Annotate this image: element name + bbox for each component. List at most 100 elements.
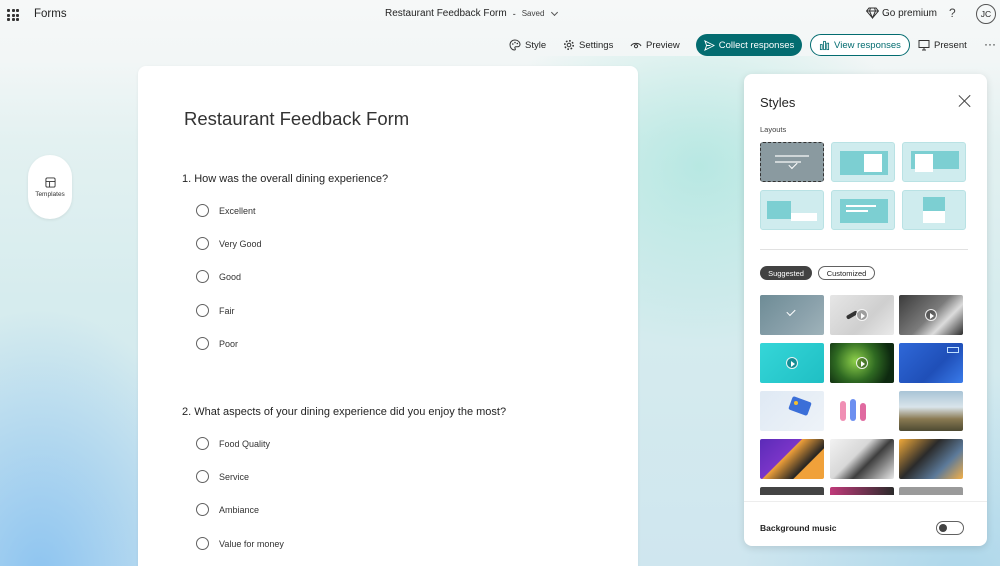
theme-illustration bbox=[840, 401, 846, 421]
theme-thumbnail[interactable] bbox=[760, 343, 824, 383]
form-title[interactable]: Restaurant Feedback Form bbox=[184, 108, 409, 130]
radio-button[interactable] bbox=[196, 337, 209, 350]
option-value-for-money[interactable]: Value for money bbox=[196, 537, 284, 550]
present-button[interactable]: Present bbox=[918, 34, 967, 56]
more-options-icon[interactable]: ··· bbox=[984, 37, 996, 51]
layout-line bbox=[846, 205, 876, 207]
document-title: Restaurant Feedback Form bbox=[385, 8, 507, 19]
play-icon bbox=[856, 357, 868, 369]
layout-block bbox=[791, 213, 817, 221]
option-fair[interactable]: Fair bbox=[196, 304, 235, 317]
layout-option-6[interactable] bbox=[902, 190, 966, 230]
option-label: Very Good bbox=[219, 238, 262, 249]
theme-thumbnail[interactable] bbox=[899, 295, 963, 335]
layout-option-4[interactable] bbox=[760, 190, 824, 230]
layout-line bbox=[775, 155, 809, 157]
play-icon bbox=[925, 309, 937, 321]
theme-illustration bbox=[850, 399, 856, 421]
palette-icon bbox=[509, 39, 521, 51]
form-card: Restaurant Feedback Form 1. How was the … bbox=[138, 66, 638, 566]
style-button[interactable]: Style bbox=[509, 34, 546, 56]
title-separator: - bbox=[512, 8, 516, 19]
styles-panel: Styles Layouts Suggested Customized Back… bbox=[744, 74, 987, 546]
go-premium-button[interactable]: Go premium bbox=[866, 7, 937, 19]
settings-button[interactable]: Settings bbox=[563, 34, 613, 56]
option-very-good[interactable]: Very Good bbox=[196, 237, 262, 250]
close-icon[interactable] bbox=[958, 94, 972, 108]
theme-thumbnail[interactable] bbox=[899, 343, 963, 383]
collect-responses-button[interactable]: Collect responses bbox=[696, 34, 802, 56]
theme-illustration bbox=[860, 403, 866, 421]
background-music-label: Background music bbox=[760, 523, 837, 533]
radio-button[interactable] bbox=[196, 304, 209, 317]
tab-suggested[interactable]: Suggested bbox=[760, 266, 812, 280]
view-responses-button[interactable]: View responses bbox=[810, 34, 910, 56]
radio-button[interactable] bbox=[196, 503, 209, 516]
background-music-toggle[interactable] bbox=[936, 521, 964, 535]
theme-thumbnail[interactable] bbox=[830, 391, 894, 431]
layout-option-5[interactable] bbox=[831, 190, 895, 230]
option-service[interactable]: Service bbox=[196, 470, 249, 483]
preview-label: Preview bbox=[646, 39, 680, 51]
templates-label: Templates bbox=[35, 190, 65, 198]
layout-block bbox=[923, 211, 945, 223]
preview-button[interactable]: Preview bbox=[630, 34, 680, 56]
app-name[interactable]: Forms bbox=[34, 8, 67, 20]
radio-button[interactable] bbox=[196, 270, 209, 283]
question-1[interactable]: 1. How was the overall dining experience… bbox=[182, 173, 388, 185]
document-title-area[interactable]: Restaurant Feedback Form - Saved bbox=[385, 8, 559, 19]
theme-thumbnail[interactable] bbox=[830, 439, 894, 479]
theme-thumbnail[interactable] bbox=[760, 295, 824, 335]
theme-thumbnail[interactable] bbox=[830, 343, 894, 383]
theme-grid bbox=[760, 295, 965, 495]
layout-block bbox=[767, 201, 791, 219]
style-label: Style bbox=[525, 39, 547, 51]
avatar[interactable]: JC bbox=[976, 4, 996, 24]
option-label: Good bbox=[219, 271, 242, 282]
option-good[interactable]: Good bbox=[196, 270, 241, 283]
present-icon bbox=[918, 40, 930, 51]
option-excellent[interactable]: Excellent bbox=[196, 204, 256, 217]
layout-option-2[interactable] bbox=[831, 142, 895, 182]
radio-button[interactable] bbox=[196, 204, 209, 217]
layout-option-3[interactable] bbox=[902, 142, 966, 182]
option-label: Excellent bbox=[219, 205, 256, 216]
radio-button[interactable] bbox=[196, 537, 209, 550]
send-icon bbox=[703, 39, 715, 51]
checkmark-icon bbox=[786, 306, 796, 317]
theme-thumbnail[interactable] bbox=[760, 439, 824, 479]
option-label: Service bbox=[219, 471, 250, 482]
app-launcher-icon[interactable] bbox=[7, 9, 19, 21]
collect-responses-label: Collect responses bbox=[718, 39, 795, 51]
theme-thumbnail[interactable] bbox=[830, 487, 894, 495]
radio-button[interactable] bbox=[196, 237, 209, 250]
present-label: Present bbox=[934, 39, 967, 51]
chevron-down-icon[interactable] bbox=[551, 8, 559, 16]
help-icon[interactable]: ? bbox=[949, 6, 956, 20]
option-food-quality[interactable]: Food Quality bbox=[196, 437, 270, 450]
option-ambiance[interactable]: Ambiance bbox=[196, 503, 259, 516]
theme-illustration bbox=[788, 396, 812, 416]
theme-thumbnail[interactable] bbox=[899, 487, 963, 495]
theme-thumbnail[interactable] bbox=[830, 295, 894, 335]
bar-chart-icon bbox=[820, 40, 830, 50]
layout-block bbox=[915, 154, 933, 172]
templates-button[interactable]: Templates bbox=[28, 155, 72, 219]
theme-thumbnail[interactable] bbox=[899, 391, 963, 431]
styles-panel-title: Styles bbox=[760, 95, 796, 110]
theme-thumbnail[interactable] bbox=[899, 439, 963, 479]
divider bbox=[744, 501, 987, 502]
radio-button[interactable] bbox=[196, 437, 209, 450]
layout-block bbox=[923, 197, 945, 211]
radio-button[interactable] bbox=[196, 470, 209, 483]
theme-thumbnail[interactable] bbox=[760, 391, 824, 431]
option-poor[interactable]: Poor bbox=[196, 337, 238, 350]
question-2[interactable]: 2. What aspects of your dining experienc… bbox=[182, 406, 506, 418]
form-toolbar: Style Settings Preview Collect responses… bbox=[0, 34, 1000, 56]
settings-label: Settings bbox=[579, 39, 614, 51]
play-icon bbox=[786, 357, 798, 369]
tab-customized[interactable]: Customized bbox=[818, 266, 875, 280]
option-label: Ambiance bbox=[219, 504, 260, 515]
layout-option-1[interactable] bbox=[760, 142, 824, 182]
theme-thumbnail[interactable] bbox=[760, 487, 824, 495]
